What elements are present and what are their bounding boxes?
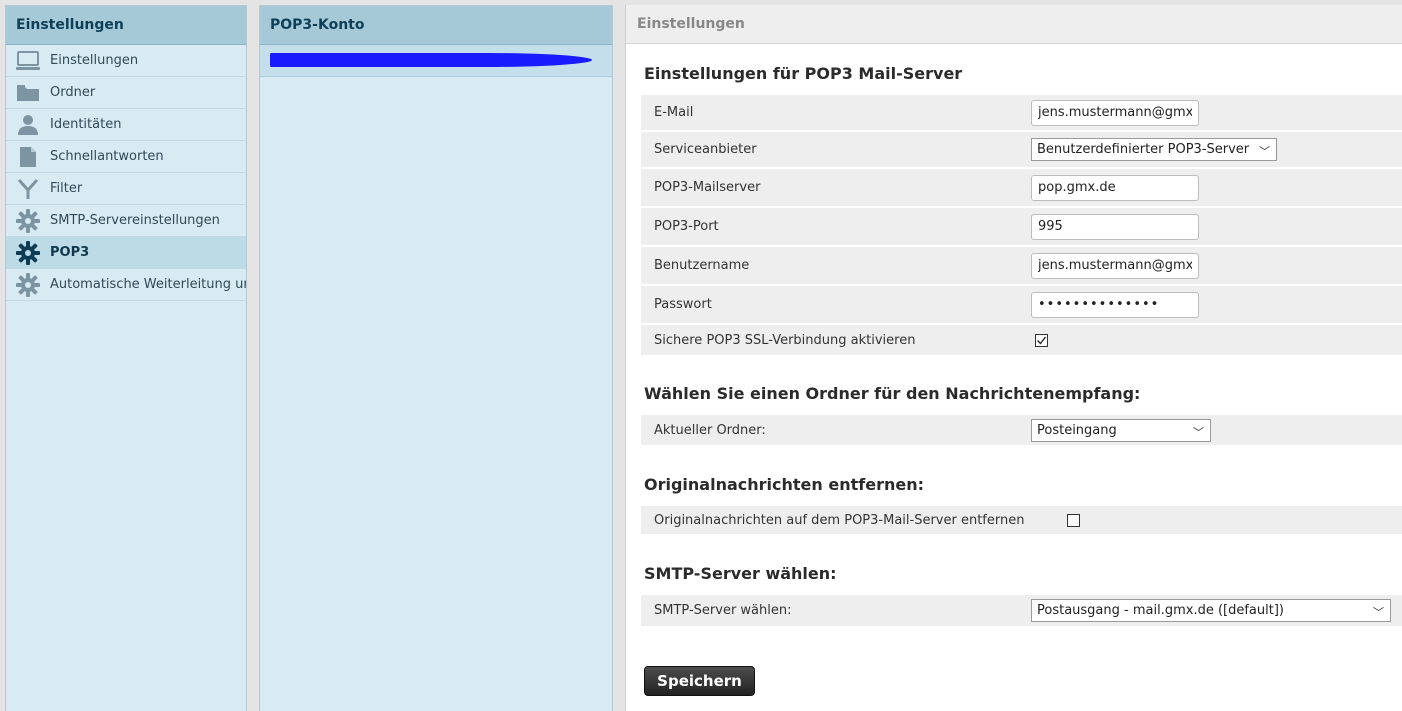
folder-select[interactable]: Posteingang ﹀ <box>1031 418 1211 442</box>
gear-icon <box>6 269 50 300</box>
monitor-icon <box>6 45 50 76</box>
sidebar-item-label: Filter <box>50 181 83 196</box>
sidebar-item-label: Schnellantworten <box>50 149 164 164</box>
ssl-label: Sichere POP3 SSL-Verbindung aktivieren <box>654 332 916 348</box>
server-section-title: Einstellungen für POP3 Mail-Server <box>644 64 963 83</box>
chevron-down-icon: ﹀ <box>1193 425 1204 439</box>
sidebar-item-identitaeten[interactable]: Identitäten <box>6 109 246 141</box>
chevron-down-icon: ﹀ <box>1373 606 1384 619</box>
sidebar-item-smtp[interactable]: SMTP-Servereinstellungen <box>6 205 246 237</box>
ssl-checkbox[interactable] <box>1035 333 1048 347</box>
username-label: Benutzername <box>654 258 750 273</box>
password-row: Passwort <box>641 286 1402 325</box>
folder-row: Aktueller Ordner: Posteingang ﹀ <box>641 415 1402 447</box>
pop3-port-field[interactable] <box>1031 213 1199 240</box>
content-header: Einstellungen <box>626 5 1402 44</box>
smtp-table: SMTP-Server wählen: Postausgang - mail.g… <box>641 595 1402 628</box>
account-list-panel: POP3-Konto <box>259 5 613 711</box>
port-row: POP3-Port <box>641 208 1402 247</box>
provider-select[interactable]: Benutzerdefinierter POP3-Server ﹀ <box>1031 138 1277 161</box>
smtp-select[interactable]: Postausgang - mail.gmx.de ([default]) ﹀ <box>1031 599 1391 622</box>
provider-row: Serviceanbieter Benutzerdefinierter POP3… <box>641 132 1402 169</box>
save-button[interactable]: Speichern <box>644 666 755 696</box>
smtp-row: SMTP-Server wählen: Postausgang - mail.g… <box>641 595 1402 628</box>
smtp-section-title: SMTP-Server wählen: <box>644 564 837 583</box>
checkmark-icon <box>1037 336 1047 345</box>
person-icon <box>6 109 50 140</box>
password-field[interactable] <box>1031 291 1199 318</box>
sidebar-item-schnellantworten[interactable]: Schnellantworten <box>6 141 246 173</box>
filter-icon <box>6 173 50 204</box>
folder-label: Aktueller Ordner: <box>654 422 766 438</box>
smtp-label: SMTP-Server wählen: <box>654 603 792 618</box>
document-icon <box>6 141 50 172</box>
gear-icon <box>6 237 50 268</box>
remove-original-checkbox[interactable] <box>1067 513 1080 527</box>
folder-select-value: Posteingang <box>1037 422 1117 438</box>
sidebar-item-label: SMTP-Servereinstellungen <box>50 213 220 228</box>
sidebar-item-label: Automatische Weiterleitung und Abwesenhe… <box>50 277 246 292</box>
username-row: Benutzername <box>641 247 1402 286</box>
sidebar-item-label: Ordner <box>50 85 96 100</box>
email-label: E-Mail <box>654 105 694 120</box>
account-list-title: POP3-Konto <box>260 6 612 45</box>
settings-sidebar: Einstellungen Einstellungen Ordner Ident… <box>5 5 247 711</box>
sidebar-item-pop3[interactable]: POP3 <box>6 237 246 269</box>
sidebar-item-label: POP3 <box>50 245 90 260</box>
sidebar-item-weiterleitung[interactable]: Automatische Weiterleitung und Abwesenhe… <box>6 269 246 301</box>
server-row: POP3-Mailserver <box>641 169 1402 208</box>
server-label: POP3-Mailserver <box>654 180 761 195</box>
ssl-row: Sichere POP3 SSL-Verbindung aktivieren <box>641 325 1402 357</box>
username-field[interactable] <box>1031 252 1199 279</box>
port-label: POP3-Port <box>654 219 719 234</box>
gear-icon <box>6 205 50 236</box>
email-row: E-Mail <box>641 95 1402 132</box>
sidebar-title: Einstellungen <box>6 6 246 45</box>
sidebar-item-label: Identitäten <box>50 117 122 132</box>
sidebar-item-label: Einstellungen <box>50 53 139 68</box>
folder-icon <box>6 77 50 108</box>
settings-content: Einstellungen Einstellungen für POP3 Mai… <box>625 5 1402 711</box>
provider-label: Serviceanbieter <box>654 142 757 157</box>
sidebar-item-einstellungen[interactable]: Einstellungen <box>6 45 246 77</box>
folder-table: Aktueller Ordner: Posteingang ﹀ <box>641 415 1402 447</box>
chevron-down-icon: ﹀ <box>1259 145 1270 158</box>
remove-section-title: Originalnachrichten entfernen: <box>644 475 924 494</box>
remove-label: Originalnachrichten auf dem POP3-Mail-Se… <box>654 512 1025 528</box>
sidebar-item-filter[interactable]: Filter <box>6 173 246 205</box>
folder-section-title: Wählen Sie einen Ordner für den Nachrich… <box>644 384 1141 403</box>
password-label: Passwort <box>654 297 712 312</box>
provider-select-value: Benutzerdefinierter POP3-Server <box>1037 142 1250 157</box>
account-list-item[interactable] <box>260 45 612 77</box>
redacted-account-name <box>270 53 592 67</box>
remove-row: Originalnachrichten auf dem POP3-Mail-Se… <box>641 506 1402 536</box>
sidebar-item-ordner[interactable]: Ordner <box>6 77 246 109</box>
smtp-select-value: Postausgang - mail.gmx.de ([default]) <box>1037 603 1284 618</box>
server-settings-table: E-Mail Serviceanbieter Benutzerdefiniert… <box>641 95 1402 357</box>
email-field[interactable] <box>1031 99 1199 126</box>
pop3-server-field[interactable] <box>1031 174 1199 201</box>
remove-table: Originalnachrichten auf dem POP3-Mail-Se… <box>641 506 1402 536</box>
